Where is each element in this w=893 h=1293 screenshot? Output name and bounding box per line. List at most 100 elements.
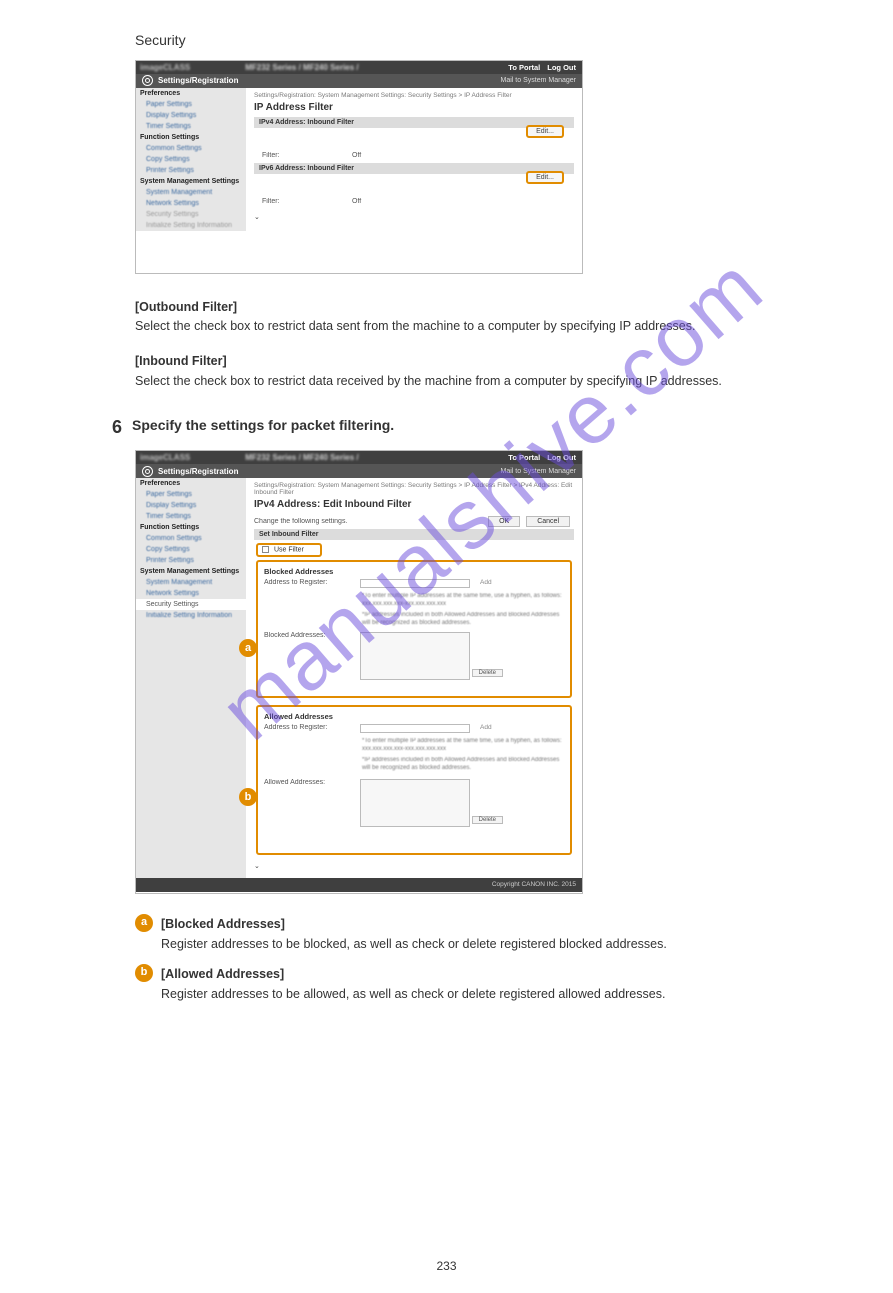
edit-button-ipv4[interactable]: Edit... (526, 125, 564, 138)
use-filter-label: Use Filter (274, 547, 304, 554)
page-number: 233 (0, 1259, 893, 1273)
addr-register-label: Address to Register: (264, 579, 354, 586)
delete-button[interactable]: Delete (472, 816, 503, 824)
filter-value: Off (352, 152, 361, 159)
sidebar-item-paper[interactable]: Paper Settings (136, 99, 246, 110)
legend-a-title: [Blocked Addresses] (161, 917, 285, 931)
device-name: MF232 Series / MF240 Series / (245, 453, 358, 462)
mail-link[interactable]: Mail to System Manager (501, 77, 576, 84)
marker-a-icon: a (135, 914, 153, 932)
sidebar-item-network[interactable]: Network Settings (136, 588, 246, 599)
row-ipv4: Filter: Off (254, 148, 574, 163)
step-text: Specify the settings for packet filterin… (132, 417, 394, 433)
action-bar: OK Cancel (484, 514, 574, 529)
inbound-heading: [Inbound Filter] (135, 352, 893, 371)
logo-blur: imageCLASS (140, 63, 190, 72)
step-6: 6 Specify the settings for packet filter… (112, 417, 893, 438)
sidebar-item-printer[interactable]: Printer Settings (136, 555, 246, 566)
sidebar-item-sysmgr[interactable]: System Management (136, 577, 246, 588)
legend-a: a [Blocked Addresses] Register addresses… (135, 914, 893, 954)
sidebar-header-preferences: Preferences (136, 478, 246, 489)
ok-button[interactable]: OK (488, 516, 520, 527)
blocked-address-input[interactable] (360, 579, 470, 588)
filter-label: Filter: (262, 152, 352, 159)
sidebar-item-display[interactable]: Display Settings (136, 500, 246, 511)
hint1: *To enter multiple IP addresses at the s… (362, 592, 564, 608)
titlebar: Settings/Registration Mail to System Man… (136, 464, 582, 478)
back-arrow[interactable]: ⌄ (254, 862, 574, 870)
footer-text: Copyright CANON INC. 2015 (492, 881, 576, 888)
sidebar-item-sysmgr[interactable]: System Management (136, 187, 246, 198)
gear-icon (142, 75, 153, 86)
allowed-box: Allowed Addresses Address to Register: A… (256, 705, 572, 855)
sidebar-item-init[interactable]: Initialize Setting Information (136, 610, 246, 621)
to-portal-link[interactable]: To Portal (508, 63, 540, 72)
topbar: imageCLASS MF232 Series / MF240 Series /… (136, 61, 582, 74)
blocked-box: Blocked Addresses Address to Register: A… (256, 560, 572, 698)
legend-b: b [Allowed Addresses] Register addresses… (135, 964, 893, 1004)
hint2: *IP addresses included in both Allowed A… (362, 756, 564, 772)
sidebar-item-common[interactable]: Common Settings (136, 143, 246, 154)
breadcrumb: Settings/Registration: System Management… (254, 92, 574, 99)
cancel-button[interactable]: Cancel (526, 516, 570, 527)
title: Settings/Registration (158, 76, 238, 85)
top-links: To Portal Log Out (508, 453, 576, 462)
sidebar-item-printer[interactable]: Printer Settings (136, 165, 246, 176)
sidebar-header-function: Function Settings (136, 132, 246, 143)
sidebar-item-display[interactable]: Display Settings (136, 110, 246, 121)
sidebar-item-common[interactable]: Common Settings (136, 533, 246, 544)
allowed-address-list[interactable]: Delete (360, 779, 470, 827)
sidebar-item-network[interactable]: Network Settings (136, 198, 246, 209)
add-button[interactable]: Add (480, 579, 492, 586)
addr-register-label: Address to Register: (264, 724, 354, 731)
sidebar-item-timer[interactable]: Timer Settings (136, 121, 246, 132)
page-section-title: Security (135, 30, 893, 52)
hint1: *To enter multiple IP addresses at the s… (362, 737, 564, 753)
gear-icon (142, 466, 153, 477)
inbound-desc: Select the check box to restrict data re… (135, 372, 893, 391)
blocked-address-list[interactable]: Delete (360, 632, 470, 680)
sidebar-item-copy[interactable]: Copy Settings (136, 544, 246, 555)
breadcrumb: Settings/Registration: System Management… (254, 482, 574, 496)
legend-b-text: Register addresses to be allowed, as wel… (161, 987, 665, 1001)
step-number: 6 (112, 417, 122, 438)
edit-button-ipv6[interactable]: Edit... (526, 171, 564, 184)
add-button[interactable]: Add (480, 724, 492, 731)
mail-link[interactable]: Mail to System Manager (501, 468, 576, 475)
log-out-link[interactable]: Log Out (547, 453, 576, 462)
blocked-heading: Blocked Addresses (264, 567, 564, 576)
hint2: *IP addresses included in both Allowed A… (362, 611, 564, 627)
delete-button[interactable]: Delete (472, 669, 503, 677)
filter-label: Filter: (262, 198, 352, 205)
sidebar-header-preferences: Preferences (136, 88, 246, 99)
marker-b-icon: b (135, 964, 153, 982)
legend-b-title: [Allowed Addresses] (161, 967, 284, 981)
titlebar: Settings/Registration Mail to System Man… (136, 74, 582, 88)
page: Security imageCLASS MF232 Series / MF240… (0, 30, 893, 1293)
screenshot-ip-filter: imageCLASS MF232 Series / MF240 Series /… (135, 60, 583, 274)
sidebar-item-security[interactable]: Security Settings (136, 209, 246, 220)
log-out-link[interactable]: Log Out (547, 63, 576, 72)
footer-bar: Copyright CANON INC. 2015 (136, 878, 582, 892)
sidebar-header-sysmgmt: System Management Settings (136, 176, 246, 187)
sidebar-item-paper[interactable]: Paper Settings (136, 489, 246, 500)
main-panel: Settings/Registration: System Management… (246, 478, 582, 877)
allowed-address-input[interactable] (360, 724, 470, 733)
sidebar-item-copy[interactable]: Copy Settings (136, 154, 246, 165)
sidebar-item-security[interactable]: Security Settings (136, 599, 246, 610)
device-name: MF232 Series / MF240 Series / (245, 63, 358, 72)
band-set-filter: Set Inbound Filter (254, 529, 574, 540)
main-panel: Settings/Registration: System Management… (246, 88, 582, 231)
use-filter-checkbox[interactable] (262, 546, 269, 553)
filter-value: Off (352, 198, 361, 205)
sidebar-item-init[interactable]: Initialize Setting Information (136, 220, 246, 231)
sidebar-item-timer[interactable]: Timer Settings (136, 511, 246, 522)
to-portal-link[interactable]: To Portal (508, 453, 540, 462)
allowed-heading: Allowed Addresses (264, 712, 564, 721)
sidebar: Preferences Paper Settings Display Setti… (136, 478, 246, 877)
back-arrow[interactable]: ⌄ (254, 213, 574, 221)
blocked-addresses-label: Blocked Addresses: (264, 632, 354, 639)
logo-blur: imageCLASS (140, 453, 190, 462)
title: Settings/Registration (158, 467, 238, 476)
top-links: To Portal Log Out (508, 63, 576, 72)
